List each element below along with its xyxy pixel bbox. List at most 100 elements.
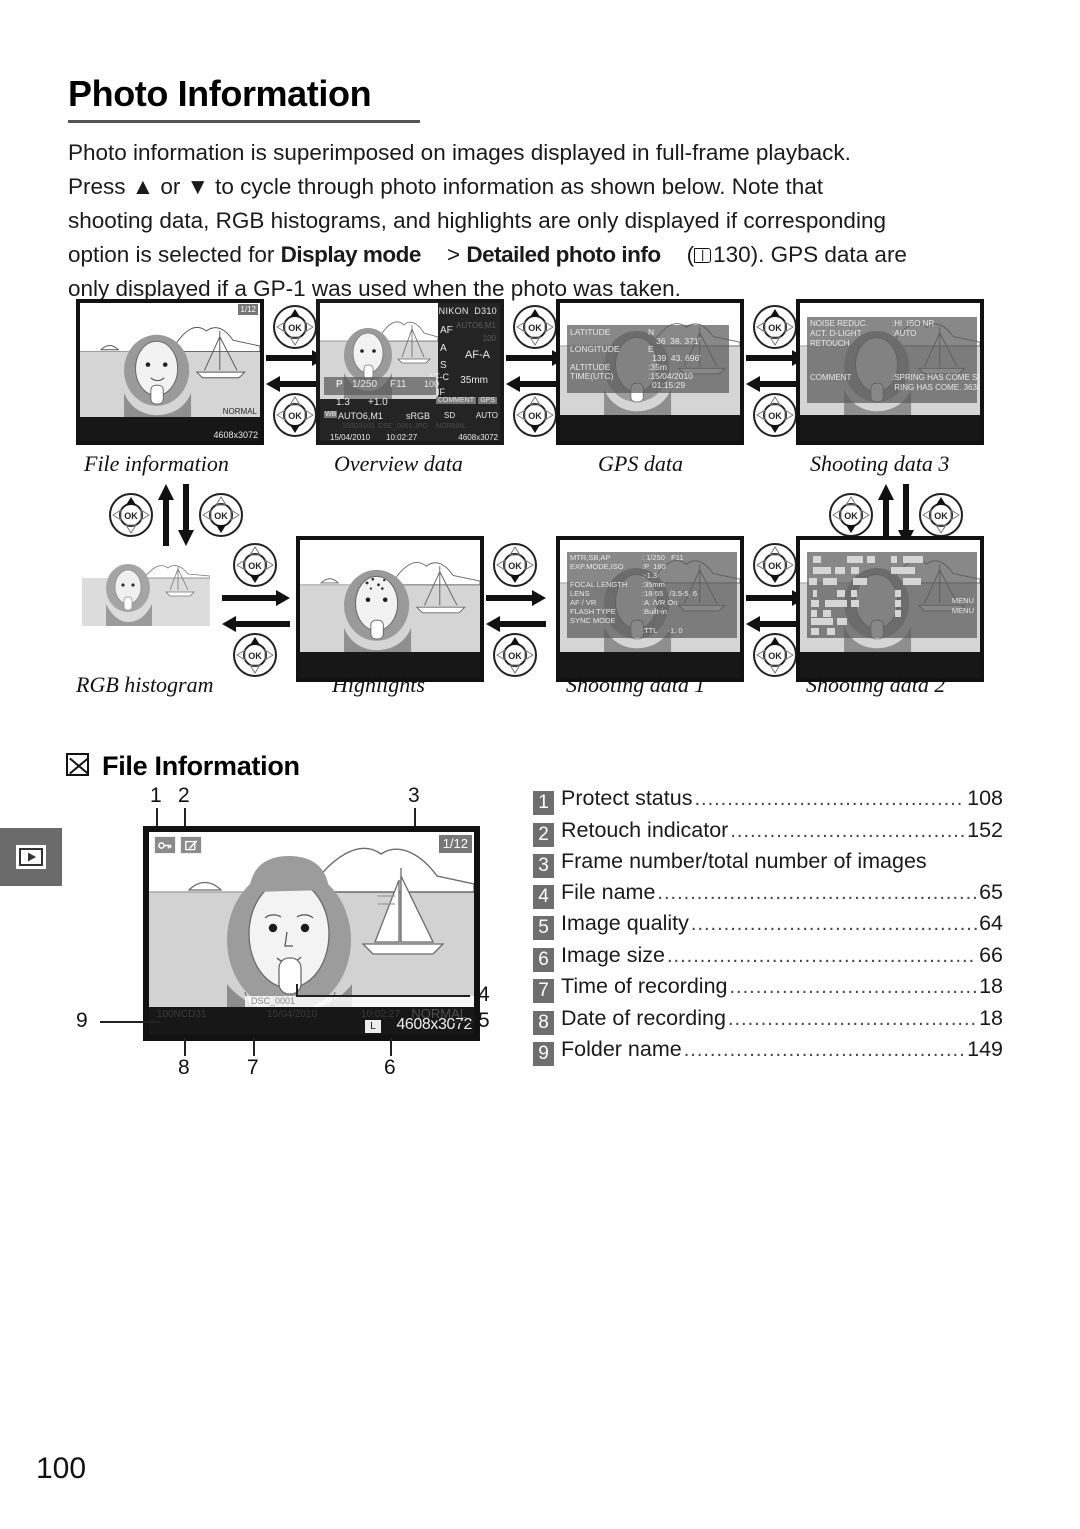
af-mode-col-2: A [440,343,447,354]
sd1-row-2-value: :-1.3 [642,571,658,580]
legend-label-2: Retouch indicator [561,817,729,842]
wb-tag: WB [324,411,338,418]
legend-dots-2: ........................................… [730,819,965,842]
multi-selector-up-left-column[interactable] [108,492,154,538]
file-info-photo: 1/12 DSC_0001 [149,832,474,1007]
leader-9 [100,1021,160,1023]
file-info-status-bar: NORMAL 100NCD31 15/04/2010 10:02:27 L 46… [149,1006,474,1035]
gps-time-label: TIME(UTC) [570,371,614,381]
arrow-right-5 [486,590,546,606]
callout-8: 8 [178,1056,190,1079]
overview-time-label: 10:02:27 [386,433,418,442]
sd2-menu-tag-2: MENU [951,606,974,615]
legend-page-1: 108 [967,786,1003,810]
legend-dots-6: ........................................… [666,944,977,967]
screen-photo: 1/12 NORMAL [80,303,260,417]
multi-selector-up-2[interactable] [512,304,558,350]
screen-rgb-histogram [82,560,210,626]
multi-selector-up-right-column[interactable] [918,492,964,538]
comment-tag: COMMENT [435,397,476,404]
legend-page-4: 65 [979,879,1003,904]
multi-selector-down-1[interactable] [272,392,318,438]
legend-page-2: 152 [967,817,1003,842]
legend-row-5: 5 Image quality ........................… [533,908,1003,940]
multi-selector-down-3[interactable] [752,392,798,438]
section-heading-file-information: File Information [66,751,300,782]
iso-value-label: 100 [424,379,440,389]
image-size-label: 4608x3072 [213,430,258,440]
legend-row-4: 4 File name ............................… [533,877,1003,909]
caption-shooting-data-2: Shooting data 2 [806,672,946,697]
gps-latitude-value2: 36 38. 371' [656,336,701,346]
gps-latitude-value: N [648,327,655,337]
multi-selector-down-left-column[interactable] [198,492,244,538]
shutter-speed-label: 1/250 [352,379,378,390]
legend-page-8: 18 [979,1005,1003,1030]
sd3-comment-line-2: RING HAS COME. 3636 [892,383,980,392]
multi-selector-up-6[interactable] [752,632,798,678]
legend-row-3: 3 Frame number/total number of images [533,846,1003,878]
gps-photo: LATITUDE N 36 38. 371' LONGITUDE E 139 4… [560,303,740,415]
overview-size-label: 4608x3072 [458,433,498,442]
legend-row-8: 8 Date of recording ....................… [533,1003,1003,1035]
focus-mode-label: AF-A [464,349,490,361]
multi-selector-down-4[interactable] [232,542,278,588]
multi-selector-up-4[interactable] [232,632,278,678]
caption-rgb-histogram: RGB histogram [76,672,214,697]
caption-shooting-data-1: Shooting data 1 [566,672,706,697]
af-mode-col-1: AF [440,325,453,336]
gps-time-value2: 01:15:29 [652,380,686,390]
file-information-legend: 1 Protect status .......................… [533,783,1003,1066]
sd1-row-4-value: :18-55 /3.5-5. 6 [642,589,698,598]
sd3-row-0-value: :HI ISO NR [892,319,935,328]
legend-dots-9: ........................................… [683,1039,966,1061]
legend-dots-1: ........................................… [694,788,965,810]
multi-selector-up-3[interactable] [752,304,798,350]
iso-readout: 100 [482,334,496,343]
detailed-photo-info-term: Detailed photo info [466,242,661,267]
intro-paragraph: Photo information is superimposed on ima… [68,136,988,306]
page-number: 100 [36,1452,87,1485]
multi-selector-down-2[interactable] [512,392,558,438]
arrow-up-left-column [158,484,174,546]
legend-label-9: Folder name [561,1037,682,1061]
overview-date-label: 15/04/2010 [330,433,371,442]
legend-page-5: 64 [979,911,1003,935]
screen-gps-data: LATITUDE N 36 38. 371' LONGITUDE E 139 4… [556,299,744,445]
intro-line-1: Photo information is superimposed on ima… [68,140,851,165]
multi-selector-up-5[interactable] [492,632,538,678]
active-dlight-label: AUTO [475,411,498,420]
multi-selector-down-6[interactable] [752,542,798,588]
sd1-row-1-label: EXP.MODE,ISO [570,562,624,571]
file-path-label: 100D3100 DSC_0001.JPG [342,423,428,430]
up-arrow-glyph: ▲ [131,174,155,199]
leader-7 [253,1038,255,1056]
display-mode-term: Display mode [280,242,422,267]
file-info-photo-artwork [149,832,474,1007]
picture-control-label: SD [444,411,456,420]
file-info-frame-counter: 1/12 [438,835,472,853]
aperture-label: F11 [390,379,407,390]
legend-number-5: 5 [533,916,554,940]
gps-status-bar [560,415,740,441]
rgb-histogram-artwork [82,560,210,626]
down-arrow-glyph: ▼ [186,174,209,199]
photo-artwork [80,326,260,417]
screen-file-information: 1/12 NORMAL 4608x3072 [76,299,264,445]
legend-number-6: 6 [533,947,554,972]
callout-7: 7 [247,1056,259,1079]
legend-label-8: Date of recording [561,1005,726,1030]
multi-selector-down-right-column[interactable] [828,492,874,538]
file-name-label: DSC_0001 [251,996,296,1006]
caption-highlights: Highlights [332,672,425,697]
sd1-row-3-label: FOCAL LENGTH [570,580,628,589]
gps-latitude-label: LATITUDE [570,327,611,337]
callout-5: 5 [478,1009,490,1032]
legend-label-4: File name [561,879,656,904]
screen-highlights [296,536,484,682]
multi-selector-up-1[interactable] [272,304,318,350]
multi-selector-down-5[interactable] [492,542,538,588]
caption-file-information: File information [84,451,229,476]
photo-info-flow-diagram: OK 1/12 NORMAL [0,288,1080,708]
af-mode-col-3: S [440,360,447,371]
